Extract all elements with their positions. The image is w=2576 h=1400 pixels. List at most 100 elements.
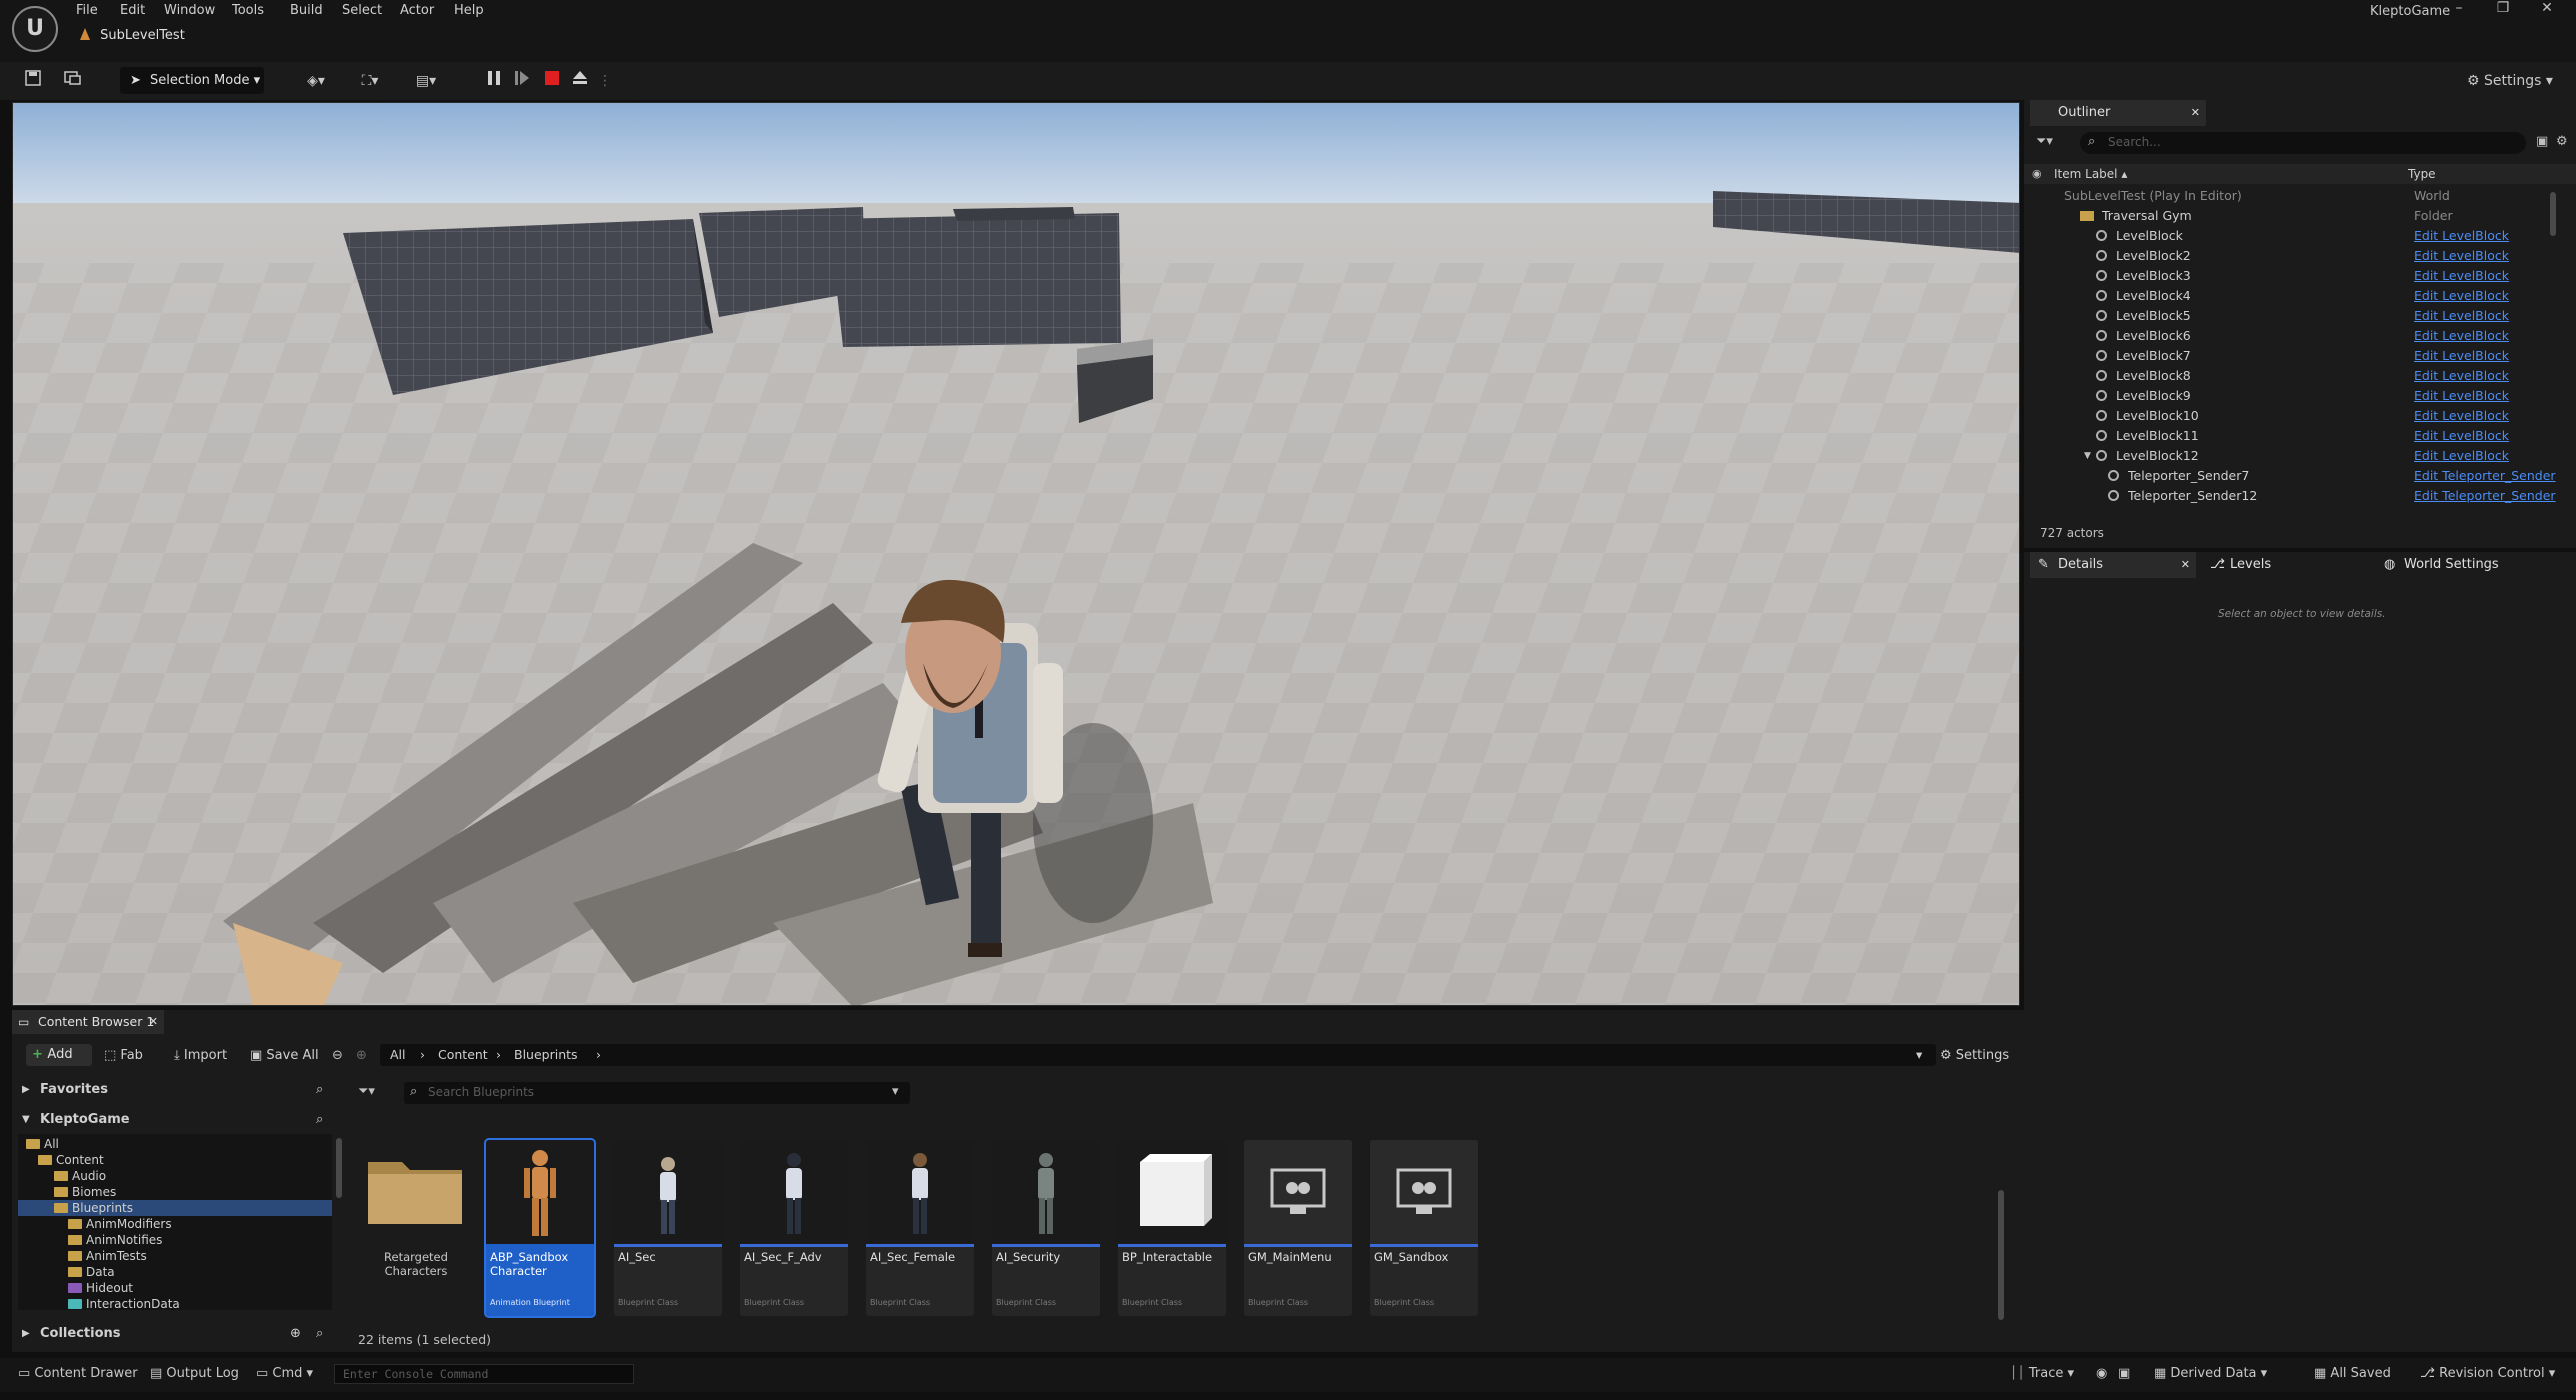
menu-actor[interactable]: Actor xyxy=(400,3,434,18)
more-options-icon[interactable]: ⋮ xyxy=(598,70,612,94)
row-type-link[interactable]: Edit LevelBlock xyxy=(2414,426,2509,446)
row-type-link[interactable]: Edit LevelBlock xyxy=(2414,306,2509,326)
selection-mode-dropdown[interactable]: ➤ Selection Mode ▾ xyxy=(120,67,264,94)
tree-item-animnotifies[interactable]: AnimNotifies xyxy=(68,1232,162,1248)
row-type-link[interactable]: Edit LevelBlock xyxy=(2414,346,2509,366)
tree-scrollbar[interactable] xyxy=(336,1138,342,1198)
asset-search-input[interactable]: ⌕ Search Blueprints ▾ xyxy=(404,1082,910,1104)
breadcrumb-blueprints[interactable]: Blueprints xyxy=(514,1044,578,1066)
menu-select[interactable]: Select xyxy=(342,3,382,18)
add-button[interactable]: + Add xyxy=(26,1044,92,1066)
row-type-link[interactable]: Edit LevelBlock xyxy=(2414,446,2509,466)
tree-item-interactiondata[interactable]: InteractionData xyxy=(68,1296,180,1310)
outliner-search-input[interactable]: ⌕ Search... xyxy=(2080,132,2526,154)
tab-details[interactable]: ✎ Details ✕ xyxy=(2030,552,2196,578)
row-type-link[interactable]: Edit LevelBlock xyxy=(2414,246,2509,266)
outliner-row[interactable]: LevelBlock2 Edit LevelBlock xyxy=(2024,246,2564,266)
settings-button[interactable]: ⚙ Settings ▾ xyxy=(2460,70,2560,94)
column-type[interactable]: Type xyxy=(2408,167,2436,181)
outliner-row[interactable]: LevelBlock5 Edit LevelBlock xyxy=(2024,306,2564,326)
tab-outliner[interactable]: Outliner ✕ xyxy=(2030,100,2206,126)
eye-icon[interactable]: ◉ xyxy=(2032,167,2042,180)
fab-button[interactable]: ⬚ Fab xyxy=(104,1048,143,1063)
menu-build[interactable]: Build xyxy=(290,3,323,18)
row-type-link[interactable]: Edit LevelBlock xyxy=(2414,286,2509,306)
favorites-header[interactable]: ▶ Favorites ⌕ xyxy=(12,1078,342,1102)
outliner-row[interactable]: Teleporter_Sender7 Edit Teleporter_Sender xyxy=(2024,466,2564,486)
screenshot-icon[interactable]: ▣ xyxy=(2118,1366,2130,1381)
tab-world-settings[interactable]: ◍ World Settings xyxy=(2354,552,2554,578)
close-tab-icon[interactable]: ✕ xyxy=(2191,100,2200,126)
close-tab-icon[interactable]: ✕ xyxy=(2181,552,2190,578)
tree-item-content[interactable]: Content xyxy=(38,1152,104,1168)
tab-content-browser[interactable]: ▭ Content Browser 1 ✕ xyxy=(12,1010,164,1034)
expand-arrow-icon[interactable]: ▼ xyxy=(2084,446,2091,466)
eject-icon[interactable] xyxy=(570,70,590,94)
revision-control-dropdown[interactable]: ⎇ Revision Control ▾ xyxy=(2420,1366,2555,1381)
breadcrumb-content[interactable]: Content xyxy=(438,1044,488,1066)
menu-file[interactable]: File xyxy=(76,3,98,18)
search-icon[interactable]: ⌕ xyxy=(316,1322,323,1346)
tree-item-audio[interactable]: Audio xyxy=(54,1168,106,1184)
menu-edit[interactable]: Edit xyxy=(120,3,145,18)
asset-scrollbar[interactable] xyxy=(1998,1190,2004,1320)
unreal-logo[interactable]: U xyxy=(12,6,58,52)
tree-item-biomes[interactable]: Biomes xyxy=(54,1184,116,1200)
project-header[interactable]: ▼ KleptoGame ⌕ xyxy=(12,1108,342,1132)
content-icon[interactable] xyxy=(62,70,84,94)
tree-item-animtests[interactable]: AnimTests xyxy=(68,1248,147,1264)
row-type-link[interactable]: Edit Teleporter_Sender xyxy=(2414,466,2556,486)
outliner-row[interactable]: LevelBlock7 Edit LevelBlock xyxy=(2024,346,2564,366)
save-all-button[interactable]: ▣ Save All xyxy=(250,1048,319,1063)
row-type-link[interactable]: Edit LevelBlock xyxy=(2414,386,2509,406)
minimize-button[interactable]: – xyxy=(2440,0,2478,22)
cb-settings-button[interactable]: ⚙ Settings xyxy=(1940,1048,2009,1063)
breadcrumb-all[interactable]: All xyxy=(390,1044,406,1066)
row-type-link[interactable]: Edit LevelBlock xyxy=(2414,326,2509,346)
output-log-button[interactable]: ▤ Output Log xyxy=(150,1366,239,1381)
stop-icon[interactable] xyxy=(542,70,562,94)
tree-item-blueprints[interactable]: Blueprints xyxy=(18,1200,332,1216)
asset-abp-sandbox-character[interactable]: ABP_Sandbox Character Animation Blueprin… xyxy=(484,1138,596,1318)
pause-icon[interactable] xyxy=(484,70,504,94)
add-actor-icon[interactable]: ◈▾ xyxy=(296,70,336,94)
outliner-row-folder[interactable]: Traversal Gym Folder xyxy=(2024,206,2564,226)
column-item-label[interactable]: Item Label ▴ xyxy=(2054,167,2127,181)
asset-folder-retargeted[interactable]: Retargeted Characters xyxy=(362,1140,470,1316)
all-saved-button[interactable]: ▦ All Saved xyxy=(2314,1366,2391,1381)
asset-ai-sec-female[interactable]: AI_Sec_Female Blueprint Class xyxy=(866,1140,974,1316)
menu-tools[interactable]: Tools xyxy=(232,3,264,18)
console-input[interactable]: Enter Console Command xyxy=(334,1364,634,1384)
level-tab[interactable]: SubLevelTest xyxy=(80,28,200,52)
outliner-scrollbar[interactable] xyxy=(2550,192,2556,236)
row-type-link[interactable]: Edit LevelBlock xyxy=(2414,226,2509,246)
tree-item-all[interactable]: All xyxy=(26,1136,59,1152)
search-icon[interactable]: ⌕ xyxy=(316,1108,323,1132)
asset-gm-sandbox[interactable]: GM_Sandbox Blueprint Class xyxy=(1370,1140,1478,1316)
record-icon[interactable]: ◉ xyxy=(2096,1366,2107,1381)
save-icon[interactable] xyxy=(22,70,44,94)
menu-help[interactable]: Help xyxy=(454,3,484,18)
outliner-row[interactable]: Teleporter_Sender12 Edit Teleporter_Sende… xyxy=(2024,486,2564,506)
gear-icon[interactable]: ⚙ xyxy=(2556,134,2568,149)
import-button[interactable]: ⤓ Import xyxy=(174,1048,227,1063)
outliner-row-world[interactable]: SubLevelTest (Play In Editor) World xyxy=(2024,186,2564,206)
close-tab-icon[interactable]: ✕ xyxy=(149,1010,158,1034)
outliner-row[interactable]: LevelBlock Edit LevelBlock xyxy=(2024,226,2564,246)
level-viewport[interactable] xyxy=(12,102,2020,1006)
collections-header[interactable]: ▶ Collections ⊕ ⌕ xyxy=(12,1322,342,1346)
row-type-link[interactable]: Edit LevelBlock xyxy=(2414,266,2509,286)
outliner-row[interactable]: LevelBlock4 Edit LevelBlock xyxy=(2024,286,2564,306)
asset-ai-sec-f-adv[interactable]: AI_Sec_F_Adv Blueprint Class xyxy=(740,1140,848,1316)
search-icon[interactable]: ⌕ xyxy=(316,1078,323,1102)
tree-item-hideout[interactable]: Hideout xyxy=(68,1280,133,1296)
outliner-row[interactable]: LevelBlock8 Edit LevelBlock xyxy=(2024,366,2564,386)
blueprint-icon[interactable]: ⛶▾ xyxy=(350,70,390,94)
tab-levels[interactable]: ⎇ Levels xyxy=(2200,552,2360,578)
row-type-link[interactable]: Edit LevelBlock xyxy=(2414,406,2509,426)
derived-data-dropdown[interactable]: ▦ Derived Data ▾ xyxy=(2154,1366,2267,1381)
outliner-row[interactable]: LevelBlock6 Edit LevelBlock xyxy=(2024,326,2564,346)
filter-icon[interactable]: ⏷▾ xyxy=(358,1084,375,1099)
maximize-button[interactable]: ❐ xyxy=(2484,0,2522,22)
asset-bp-interactable[interactable]: BP_Interactable Blueprint Class xyxy=(1118,1140,1226,1316)
